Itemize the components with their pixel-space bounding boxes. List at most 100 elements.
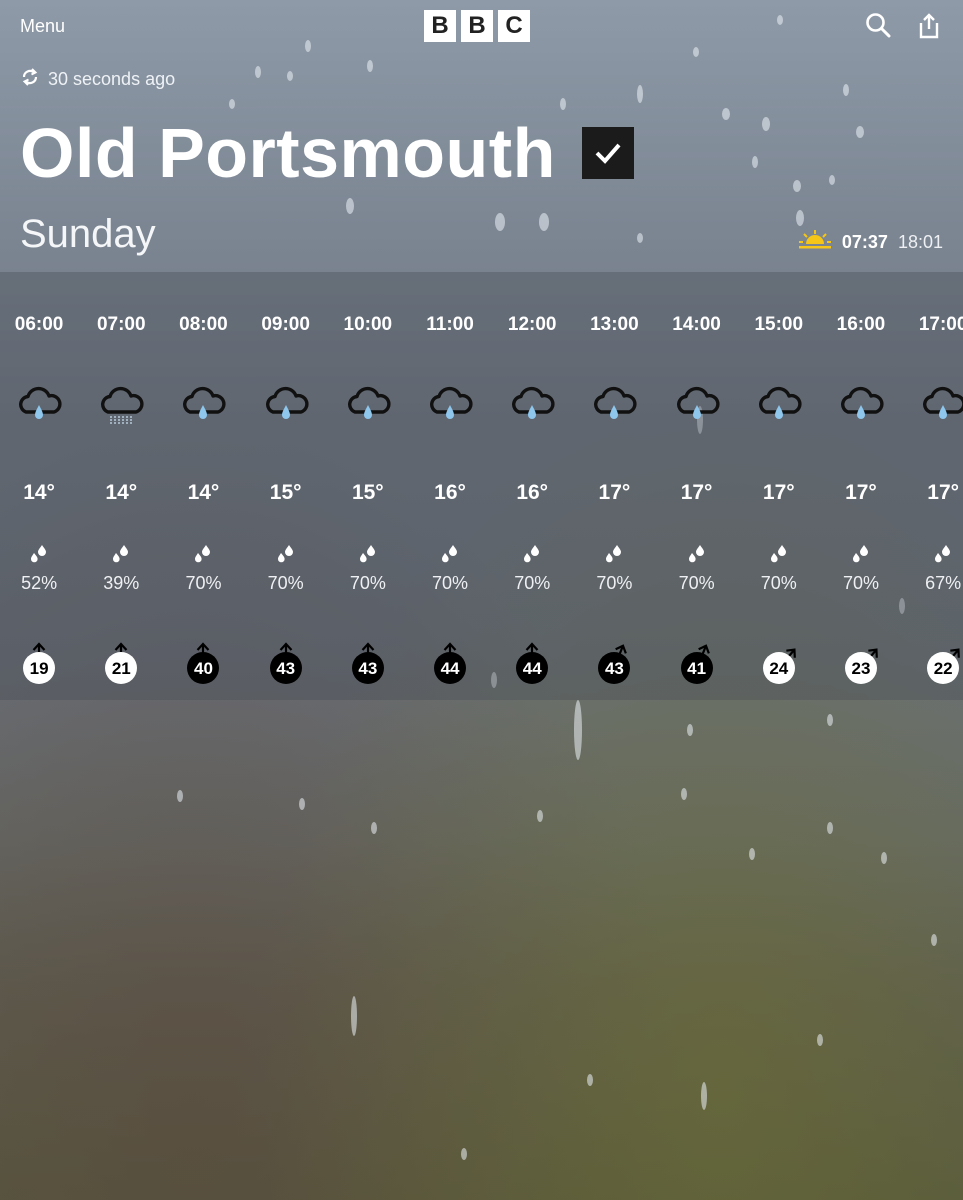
wind-speed: 43: [276, 659, 296, 678]
wind-speed: 44: [440, 659, 460, 678]
sunrise-time: 07:37: [841, 232, 888, 252]
hour-temperature: 17°: [845, 481, 877, 504]
precipitation-chance: 70%: [267, 573, 304, 593]
light-rain-cloud-icon: [491, 384, 573, 430]
hour-time: 13:00: [590, 314, 639, 335]
precipitation-icon: [820, 544, 902, 568]
light-rain-cloud-icon: [656, 384, 738, 430]
sunset-time: 18:01: [897, 232, 943, 252]
precipitation-chance: 70%: [596, 573, 633, 593]
wind-speed-badge: 41: [656, 640, 738, 688]
wind-speed-badge: 24: [738, 640, 820, 688]
light-rain-cloud-icon: [409, 384, 491, 430]
wind-speed: 21: [111, 659, 131, 678]
search-icon[interactable]: [865, 12, 891, 40]
precipitation-icon: [409, 544, 491, 568]
location-title: Old Portsmouth: [20, 110, 634, 196]
precipitation-chance: 70%: [349, 573, 386, 593]
hour-temperature: 14°: [187, 481, 220, 504]
hour-temperature: 17°: [762, 481, 795, 504]
light-rain-cloud-icon: [573, 384, 655, 430]
hour-column[interactable]: 07:00 14° 39% 21: [80, 272, 162, 700]
wind-speed-badge: 43: [245, 640, 327, 688]
wind-speed: 43: [358, 659, 378, 678]
precipitation-icon: [245, 544, 327, 568]
drizzle-cloud-icon: [80, 384, 162, 430]
hour-time: 16:00: [836, 314, 886, 335]
wind-speed-badge: 44: [409, 640, 491, 688]
wind-speed-badge: 22: [902, 640, 963, 688]
hour-temperature: 16°: [434, 481, 466, 504]
light-rain-cloud-icon: [327, 384, 409, 430]
wind-speed-badge: 23: [820, 640, 902, 688]
hour-temperature: 16°: [516, 481, 549, 504]
refresh-icon[interactable]: [20, 67, 40, 92]
hour-time: 10:00: [343, 314, 393, 335]
hour-temperature: 14°: [105, 481, 138, 504]
hour-column[interactable]: 08:00 14° 70% 40: [162, 272, 244, 700]
wind-speed-badge: 44: [491, 640, 573, 688]
precipitation-chance: 39%: [103, 573, 140, 593]
precipitation-chance: 67%: [925, 573, 962, 593]
hour-column[interactable]: 13:00 17° 70% 43: [573, 272, 655, 700]
day-label: Sunday: [20, 212, 156, 256]
wind-speed: 19: [29, 659, 49, 678]
wind-speed-badge: 40: [162, 640, 244, 688]
hour-temperature: 17°: [680, 481, 713, 504]
wind-speed-badge: 43: [573, 640, 655, 688]
menu-button[interactable]: Menu: [20, 16, 65, 37]
wind-speed: 22: [933, 659, 953, 678]
precipitation-icon: [327, 544, 409, 568]
hour-column[interactable]: 16:00 17° 70% 23: [820, 272, 902, 700]
hour-temperature: 15°: [351, 481, 384, 504]
precipitation-icon: [573, 544, 655, 568]
hour-column[interactable]: 09:00 15° 70% 43: [245, 272, 327, 700]
hour-column[interactable]: 15:00 17° 70% 24: [738, 272, 820, 700]
wind-speed: 24: [769, 659, 789, 678]
light-rain-cloud-icon: [738, 384, 820, 430]
hour-time: 12:00: [507, 314, 557, 335]
favourite-toggle[interactable]: [581, 127, 634, 179]
precipitation-icon: [0, 544, 80, 568]
hourly-scroller[interactable]: 06:00 14° 52% 19 07:00 14° 39% 21 08:00 14° 70% 40 0…: [0, 272, 963, 700]
hour-column[interactable]: 12:00 16° 70% 44: [491, 272, 573, 700]
precipitation-icon: [902, 544, 963, 568]
precipitation-chance: 70%: [432, 573, 469, 593]
hour-column[interactable]: 06:00 14° 52% 19: [0, 272, 80, 700]
last-updated[interactable]: 30 seconds ago: [20, 67, 175, 92]
bbc-logo-letter: B: [461, 10, 493, 42]
light-rain-cloud-icon: [820, 384, 902, 430]
wind-speed: 41: [687, 659, 707, 678]
precipitation-chance: 70%: [842, 573, 879, 593]
precipitation-icon: [162, 544, 244, 568]
wind-speed: 43: [604, 659, 624, 678]
wind-speed: 23: [851, 659, 871, 678]
light-rain-cloud-icon: [0, 384, 80, 430]
hour-time: 06:00: [14, 314, 64, 335]
light-rain-cloud-icon: [162, 384, 244, 430]
precipitation-icon: [491, 544, 573, 568]
bbc-logo-letter: C: [498, 10, 530, 42]
wind-speed-badge: 43: [327, 640, 409, 688]
wind-speed-badge: 21: [80, 640, 162, 688]
hour-temperature: 14°: [23, 481, 55, 504]
hour-time: 09:00: [261, 314, 310, 335]
hour-column[interactable]: 11:00 16° 70% 44: [409, 272, 491, 700]
bbc-logo-letter: B: [424, 10, 456, 42]
hourly-forecast[interactable]: 06:00 14° 52% 19 07:00 14° 39% 21 08:00 14° 70% 40 0…: [0, 272, 963, 700]
bbc-logo[interactable]: B B C: [424, 10, 530, 42]
hour-column[interactable]: 10:00 15° 70% 43: [327, 272, 409, 700]
light-rain-cloud-icon: [902, 384, 963, 430]
check-icon: [595, 143, 621, 164]
hour-temperature: 17°: [927, 481, 960, 504]
updated-text: 30 seconds ago: [48, 69, 176, 89]
hour-time: 07:00: [96, 314, 146, 335]
hour-column[interactable]: 14:00 17° 70% 41: [656, 272, 738, 700]
precipitation-chance: 70%: [678, 573, 715, 593]
precipitation-chance: 70%: [185, 573, 222, 593]
share-icon[interactable]: [917, 12, 941, 40]
sunrise-icon: [798, 229, 832, 256]
precipitation-icon: [656, 544, 738, 568]
hour-column[interactable]: 17:00 17° 67% 22: [902, 272, 963, 700]
precipitation-chance: 52%: [21, 573, 58, 593]
